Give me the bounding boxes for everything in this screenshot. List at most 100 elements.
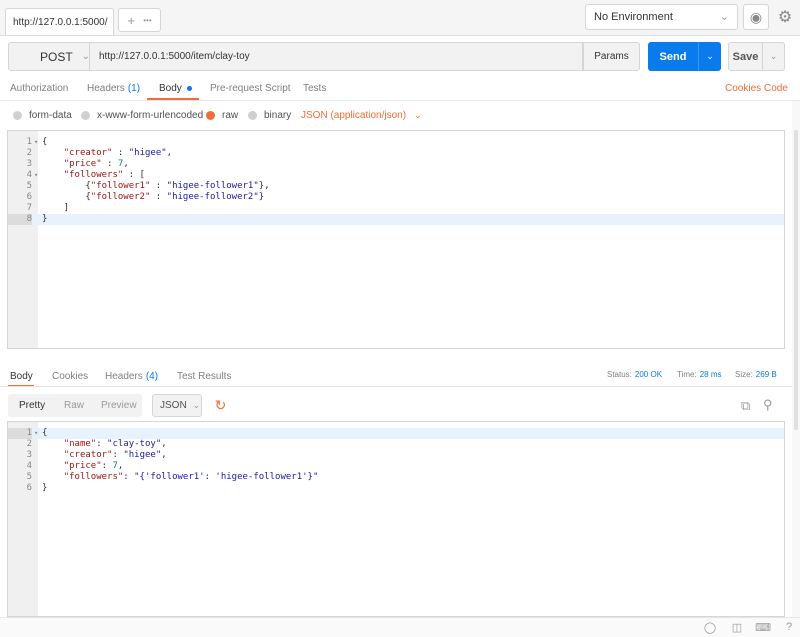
code-link[interactable]: Code (764, 77, 788, 99)
send-dropdown-button[interactable]: ⌄ (698, 42, 721, 71)
status-value: 200 OK (634, 369, 663, 379)
method-label: POST (40, 49, 73, 64)
code-text: } (42, 214, 48, 224)
request-body-editor[interactable]: 1 ▾{2 "creator" : "higee", 3 "price" : 7, 4… (7, 130, 785, 349)
code-line: 3 "price" : 7, (8, 159, 784, 170)
time-value: 28 ms (699, 369, 722, 379)
wrap-lines-button[interactable]: ↻ (209, 394, 232, 417)
response-tab-test-results[interactable]: Test Results (177, 366, 231, 386)
radio-raw[interactable]: raw (206, 107, 238, 123)
help-icon[interactable]: ? (782, 620, 796, 634)
tab-authorization[interactable]: Authorization (10, 77, 68, 99)
method-select[interactable]: POST ⌄ (8, 42, 90, 71)
code-text: "price" : 7, (63, 159, 129, 169)
code-text: { (42, 428, 48, 438)
send-label: Send (659, 50, 687, 63)
params-button[interactable]: Params (583, 42, 640, 71)
keyboard-shortcuts-icon[interactable]: ⌨ (755, 620, 771, 634)
line-number: 6 (26, 192, 32, 202)
wrap-lines-icon: ↻ (214, 397, 227, 413)
code-line: 2 "creator" : "higee", (8, 148, 784, 159)
chevron-down-icon: ⌄ (192, 400, 201, 410)
save-button[interactable]: Save (728, 42, 763, 71)
code-line: 8} (8, 214, 784, 225)
radio-selected-icon (206, 110, 215, 120)
content-type-label: JSON (application/json) (301, 109, 407, 121)
line-number: 1 (8, 428, 32, 439)
code-text: "creator": "higee", (63, 450, 167, 460)
code-line: 3 "creator": "higee", (8, 450, 784, 461)
eye-icon: ◉ (749, 8, 763, 25)
code-line: 4 ▾ "followers" : [ (8, 170, 784, 181)
search-icon[interactable]: ⚲ (763, 397, 779, 413)
tab-body[interactable]: Body (159, 77, 192, 99)
send-button[interactable]: Send (648, 42, 698, 71)
view-preview-button[interactable]: Preview (101, 394, 137, 417)
code-text: } (42, 483, 48, 493)
tab-headers-label: Headers (87, 82, 125, 94)
environment-select[interactable]: No Environment ⌄ (585, 4, 738, 30)
lightbulb-icon[interactable]: ◯ (703, 620, 717, 634)
code-line: 5 {"follower1" : "higee-follower1"}, (8, 181, 784, 192)
size-label: Size: (735, 369, 753, 379)
more-tabs-button[interactable]: ••• (143, 16, 151, 25)
view-raw-button[interactable]: Raw (64, 394, 84, 417)
tab-tests[interactable]: Tests (303, 77, 326, 99)
fold-toggle-icon[interactable]: ▾ (34, 137, 38, 148)
radio-icon (248, 110, 257, 120)
request-tab-label: http://127.0.0.1:5000/ (13, 16, 108, 28)
url-input[interactable]: http://127.0.0.1:5000/item/clay-toy (90, 42, 583, 71)
code-line: 4 "price": 7, (8, 461, 784, 472)
size-value: 269 B (755, 369, 777, 379)
fold-toggle-icon[interactable]: ▾ (34, 170, 38, 181)
save-dropdown-button[interactable]: ⌄ (763, 42, 785, 71)
cookies-link[interactable]: Cookies (725, 77, 761, 99)
code-line: 5 "followers": "{'follower1': 'higee-fol… (8, 472, 784, 483)
response-tab-cookies[interactable]: Cookies (52, 366, 88, 386)
new-tab-button[interactable]: + (127, 13, 135, 28)
chevron-down-icon: ⌄ (414, 109, 422, 120)
url-value: http://127.0.0.1:5000/item/clay-toy (99, 51, 250, 62)
content-type-select[interactable]: JSON (application/json) ⌄ (301, 107, 422, 123)
response-tab-body[interactable]: Body (10, 366, 33, 386)
manage-environments-button[interactable]: ⚙ (772, 4, 798, 30)
radio-binary-label: binary (264, 109, 292, 121)
line-number: 7 (26, 203, 32, 213)
response-language-select[interactable]: JSON ⌄ (152, 394, 202, 417)
code-text: {"follower2" : "higee-follower2"} (42, 192, 265, 202)
request-tab[interactable]: http://127.0.0.1:5000/ (5, 8, 114, 35)
line-number: 4 (26, 170, 32, 180)
code-line: 7 ] (8, 203, 784, 214)
code-line: 1 ▾ { (8, 137, 784, 148)
radio-urlencoded[interactable]: x-www-form-urlencoded (81, 107, 203, 123)
line-number: 8 (8, 214, 32, 225)
chevron-down-icon: ⌄ (719, 11, 729, 23)
tab-prerequest-label: Pre-request Script (210, 82, 291, 94)
view-pretty-label: Pretty (19, 400, 46, 411)
status-bar (0, 617, 800, 637)
scrollbar-thumb[interactable] (794, 130, 798, 430)
radio-form-data[interactable]: form-data (13, 107, 72, 123)
two-pane-view-icon[interactable]: ◫ (730, 620, 744, 634)
code-text: {"follower1" : "higee-follower1"}, (42, 181, 270, 191)
code-text: "price": 7, (63, 461, 124, 471)
headers-count-badge: (1) (127, 82, 141, 94)
line-number: 3 (26, 450, 32, 460)
response-tab-headers[interactable]: Headers (4) (105, 366, 158, 386)
environment-label: No Environment (594, 11, 673, 23)
radio-binary[interactable]: binary (248, 107, 291, 123)
code-link-label: Code (764, 82, 788, 94)
line-number: 5 (26, 181, 32, 191)
response-language-label: JSON (160, 400, 187, 411)
fold-toggle-icon[interactable]: ▾ (34, 428, 38, 439)
tab-prerequest-script[interactable]: Pre-request Script (210, 77, 291, 99)
time-label: Time: (677, 369, 697, 379)
response-body-viewer[interactable]: 1 ▾{2 "name": "clay-toy", 3 "creator": "hi… (7, 421, 785, 617)
tab-headers[interactable]: Headers (1) (87, 77, 140, 99)
view-pretty-button[interactable]: Pretty (19, 394, 45, 417)
copy-icon[interactable]: ⧉ (741, 398, 755, 413)
code-line: 1 ▾ { (8, 428, 784, 439)
environment-quick-look-button[interactable]: ◉ (743, 4, 769, 30)
view-raw-label: Raw (64, 400, 85, 411)
response-time: Time: 28 ms (677, 366, 722, 382)
